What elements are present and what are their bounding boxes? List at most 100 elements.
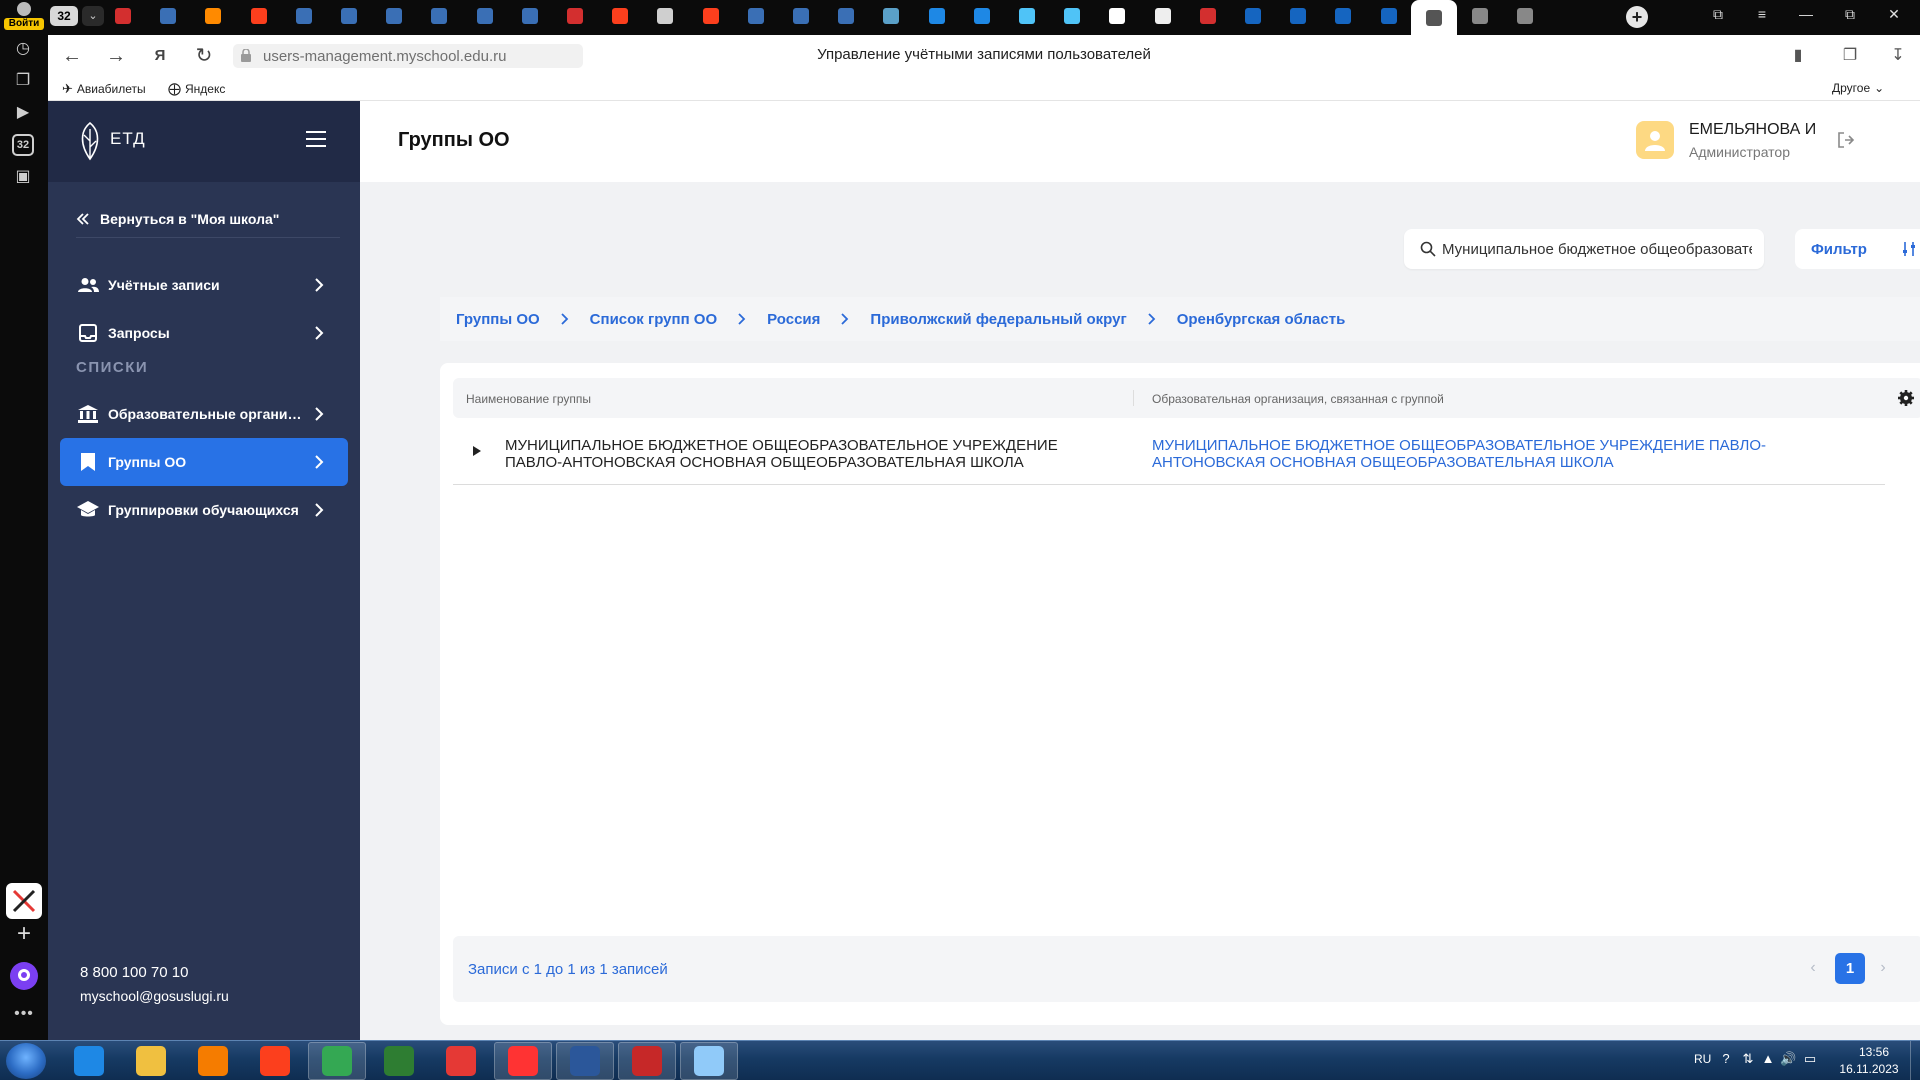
browser-tab[interactable]: [338, 4, 360, 28]
taskbar-app-chrome[interactable]: [308, 1042, 366, 1080]
breadcrumb-russia[interactable]: Россия: [767, 311, 820, 328]
browser-tab[interactable]: [519, 4, 541, 28]
bookmark-aviabilety[interactable]: ✈ Авиабилеты: [62, 81, 146, 97]
logout-icon[interactable]: [1836, 130, 1856, 150]
show-hidden-icons[interactable]: ▲: [1760, 1051, 1776, 1066]
restore-icon[interactable]: ⧉: [1836, 6, 1864, 23]
add-panel-icon[interactable]: +: [10, 920, 38, 948]
chevron-down-icon[interactable]: ⌄: [82, 6, 104, 26]
gear-icon[interactable]: [1897, 389, 1915, 407]
help-icon[interactable]: ?: [1718, 1051, 1734, 1066]
support-email[interactable]: myschool@gosuslugi.ru: [80, 988, 229, 1004]
sidebar-item-requests[interactable]: Запросы: [60, 309, 348, 357]
clock-time[interactable]: 13:56: [1844, 1045, 1904, 1059]
browser-tab[interactable]: [609, 4, 631, 28]
volume-icon[interactable]: 🔊: [1780, 1051, 1796, 1067]
reload-icon[interactable]: ↻: [190, 43, 218, 69]
browser-tab[interactable]: [1152, 4, 1174, 28]
browser-tab[interactable]: [790, 4, 812, 28]
column-header-group-name[interactable]: Наименование группы: [466, 392, 591, 406]
alice-icon[interactable]: [10, 962, 38, 990]
taskbar-app-yandex-browser[interactable]: [494, 1042, 552, 1080]
browser-tab[interactable]: [1242, 4, 1264, 28]
browser-tab[interactable]: [971, 4, 993, 28]
column-separator[interactable]: [1133, 390, 1134, 406]
search-input[interactable]: [1442, 235, 1752, 263]
browser-tab[interactable]: [745, 4, 767, 28]
minimize-icon[interactable]: —: [1792, 6, 1820, 22]
taskbar-app-opera[interactable]: [432, 1042, 490, 1080]
play-icon[interactable]: ▶: [12, 102, 34, 124]
menu-icon[interactable]: [306, 131, 326, 147]
breadcrumb-volga-district[interactable]: Приволжский федеральный округ: [870, 311, 1126, 328]
browser-tab[interactable]: [1106, 4, 1128, 28]
back-arrow-icon[interactable]: ←: [58, 43, 86, 69]
taskbar-app-paint[interactable]: [680, 1042, 738, 1080]
scissors-app-icon[interactable]: [6, 883, 42, 919]
breadcrumb-orenburg-region[interactable]: Оренбургская область: [1177, 311, 1346, 328]
browser-tab[interactable]: [1016, 4, 1038, 28]
start-button[interactable]: [6, 1043, 46, 1079]
clock-date[interactable]: 16.11.2023: [1834, 1062, 1904, 1076]
sidebar-item-groups[interactable]: Группы ОО: [60, 438, 348, 486]
breadcrumb-groups[interactable]: Группы ОО: [456, 311, 540, 328]
bookmark-icon[interactable]: ▮: [1786, 45, 1810, 65]
column-header-organization[interactable]: Образовательная организация, связанная с…: [1152, 392, 1444, 406]
collections-icon[interactable]: ❐: [1838, 45, 1862, 65]
browser-tab[interactable]: [474, 4, 496, 28]
forward-arrow-icon[interactable]: →: [102, 43, 130, 69]
taskbar-app-red-app[interactable]: [618, 1042, 676, 1080]
sidebar-item-organizations[interactable]: Образовательные организации: [60, 390, 348, 438]
browser-tab[interactable]: [835, 4, 857, 28]
table-row[interactable]: МУНИЦИПАЛЬНОЕ БЮДЖЕТНОЕ ОБЩЕОБРАЗОВАТЕЛЬ…: [453, 418, 1885, 485]
history-icon[interactable]: ◷: [12, 38, 34, 60]
organization-link[interactable]: МУНИЦИПАЛЬНОЕ БЮДЖЕТНОЕ ОБЩЕОБРАЗОВАТЕЛЬ…: [1152, 437, 1872, 471]
taskbar-app-yandex[interactable]: [246, 1042, 304, 1080]
taskbar-app-internet-explorer[interactable]: [60, 1042, 118, 1080]
screenshot-icon[interactable]: ▣: [12, 166, 34, 188]
counter-badge[interactable]: 32: [12, 134, 34, 156]
browser-tab[interactable]: [1287, 4, 1309, 28]
next-page-icon[interactable]: ›: [1873, 958, 1893, 978]
browser-tab[interactable]: [112, 4, 134, 28]
browser-tab[interactable]: [1378, 4, 1400, 28]
display-icon[interactable]: ▭: [1802, 1051, 1818, 1067]
browser-tab[interactable]: [880, 4, 902, 28]
show-desktop-button[interactable]: [1910, 1041, 1920, 1080]
taskbar-app-kenya-app[interactable]: [370, 1042, 428, 1080]
taskbar-app-file-explorer[interactable]: [122, 1042, 180, 1080]
previous-page-icon[interactable]: ‹: [1803, 958, 1823, 978]
notifications-icon[interactable]: ≡: [1748, 6, 1776, 22]
browser-tab[interactable]: [383, 4, 405, 28]
download-icon[interactable]: ↧: [1886, 45, 1910, 65]
other-bookmarks[interactable]: Другое ⌄: [1832, 81, 1884, 95]
browser-tab[interactable]: [1061, 4, 1083, 28]
page-button-1[interactable]: 1: [1835, 953, 1865, 984]
bookmark-yandex[interactable]: ⨁ Яндекс: [168, 81, 225, 97]
collections-icon[interactable]: ⧉: [1704, 6, 1732, 23]
browser-tab[interactable]: [1514, 4, 1536, 28]
taskbar-app-word[interactable]: [556, 1042, 614, 1080]
yandex-logo-icon[interactable]: Я: [146, 43, 174, 69]
browser-tab[interactable]: [654, 4, 676, 28]
browser-tab[interactable]: [428, 4, 450, 28]
filter-button[interactable]: Фильтр: [1795, 229, 1920, 269]
new-tab-button[interactable]: +: [1626, 6, 1648, 28]
browser-tab[interactable]: [293, 4, 315, 28]
browser-tab[interactable]: [1332, 4, 1354, 28]
collections-icon[interactable]: ❐: [12, 70, 34, 92]
browser-tab[interactable]: [157, 4, 179, 28]
tab-count-badge[interactable]: 32: [50, 6, 78, 26]
login-button[interactable]: Войти: [4, 2, 44, 32]
avatar[interactable]: [1636, 121, 1674, 159]
more-icon[interactable]: •••: [10, 1005, 38, 1023]
browser-tab[interactable]: [202, 4, 224, 28]
browser-tab[interactable]: [1410, 0, 1457, 35]
sidebar-item-accounts[interactable]: Учётные записи: [60, 261, 348, 309]
browser-tab[interactable]: [700, 4, 722, 28]
breadcrumb-group-list[interactable]: Список групп ОО: [590, 311, 717, 328]
back-to-my-school-link[interactable]: Вернуться в "Моя школа": [76, 201, 336, 237]
language-indicator[interactable]: RU: [1694, 1052, 1711, 1066]
network-icon[interactable]: ⇅: [1740, 1051, 1756, 1067]
browser-tab[interactable]: [248, 4, 270, 28]
